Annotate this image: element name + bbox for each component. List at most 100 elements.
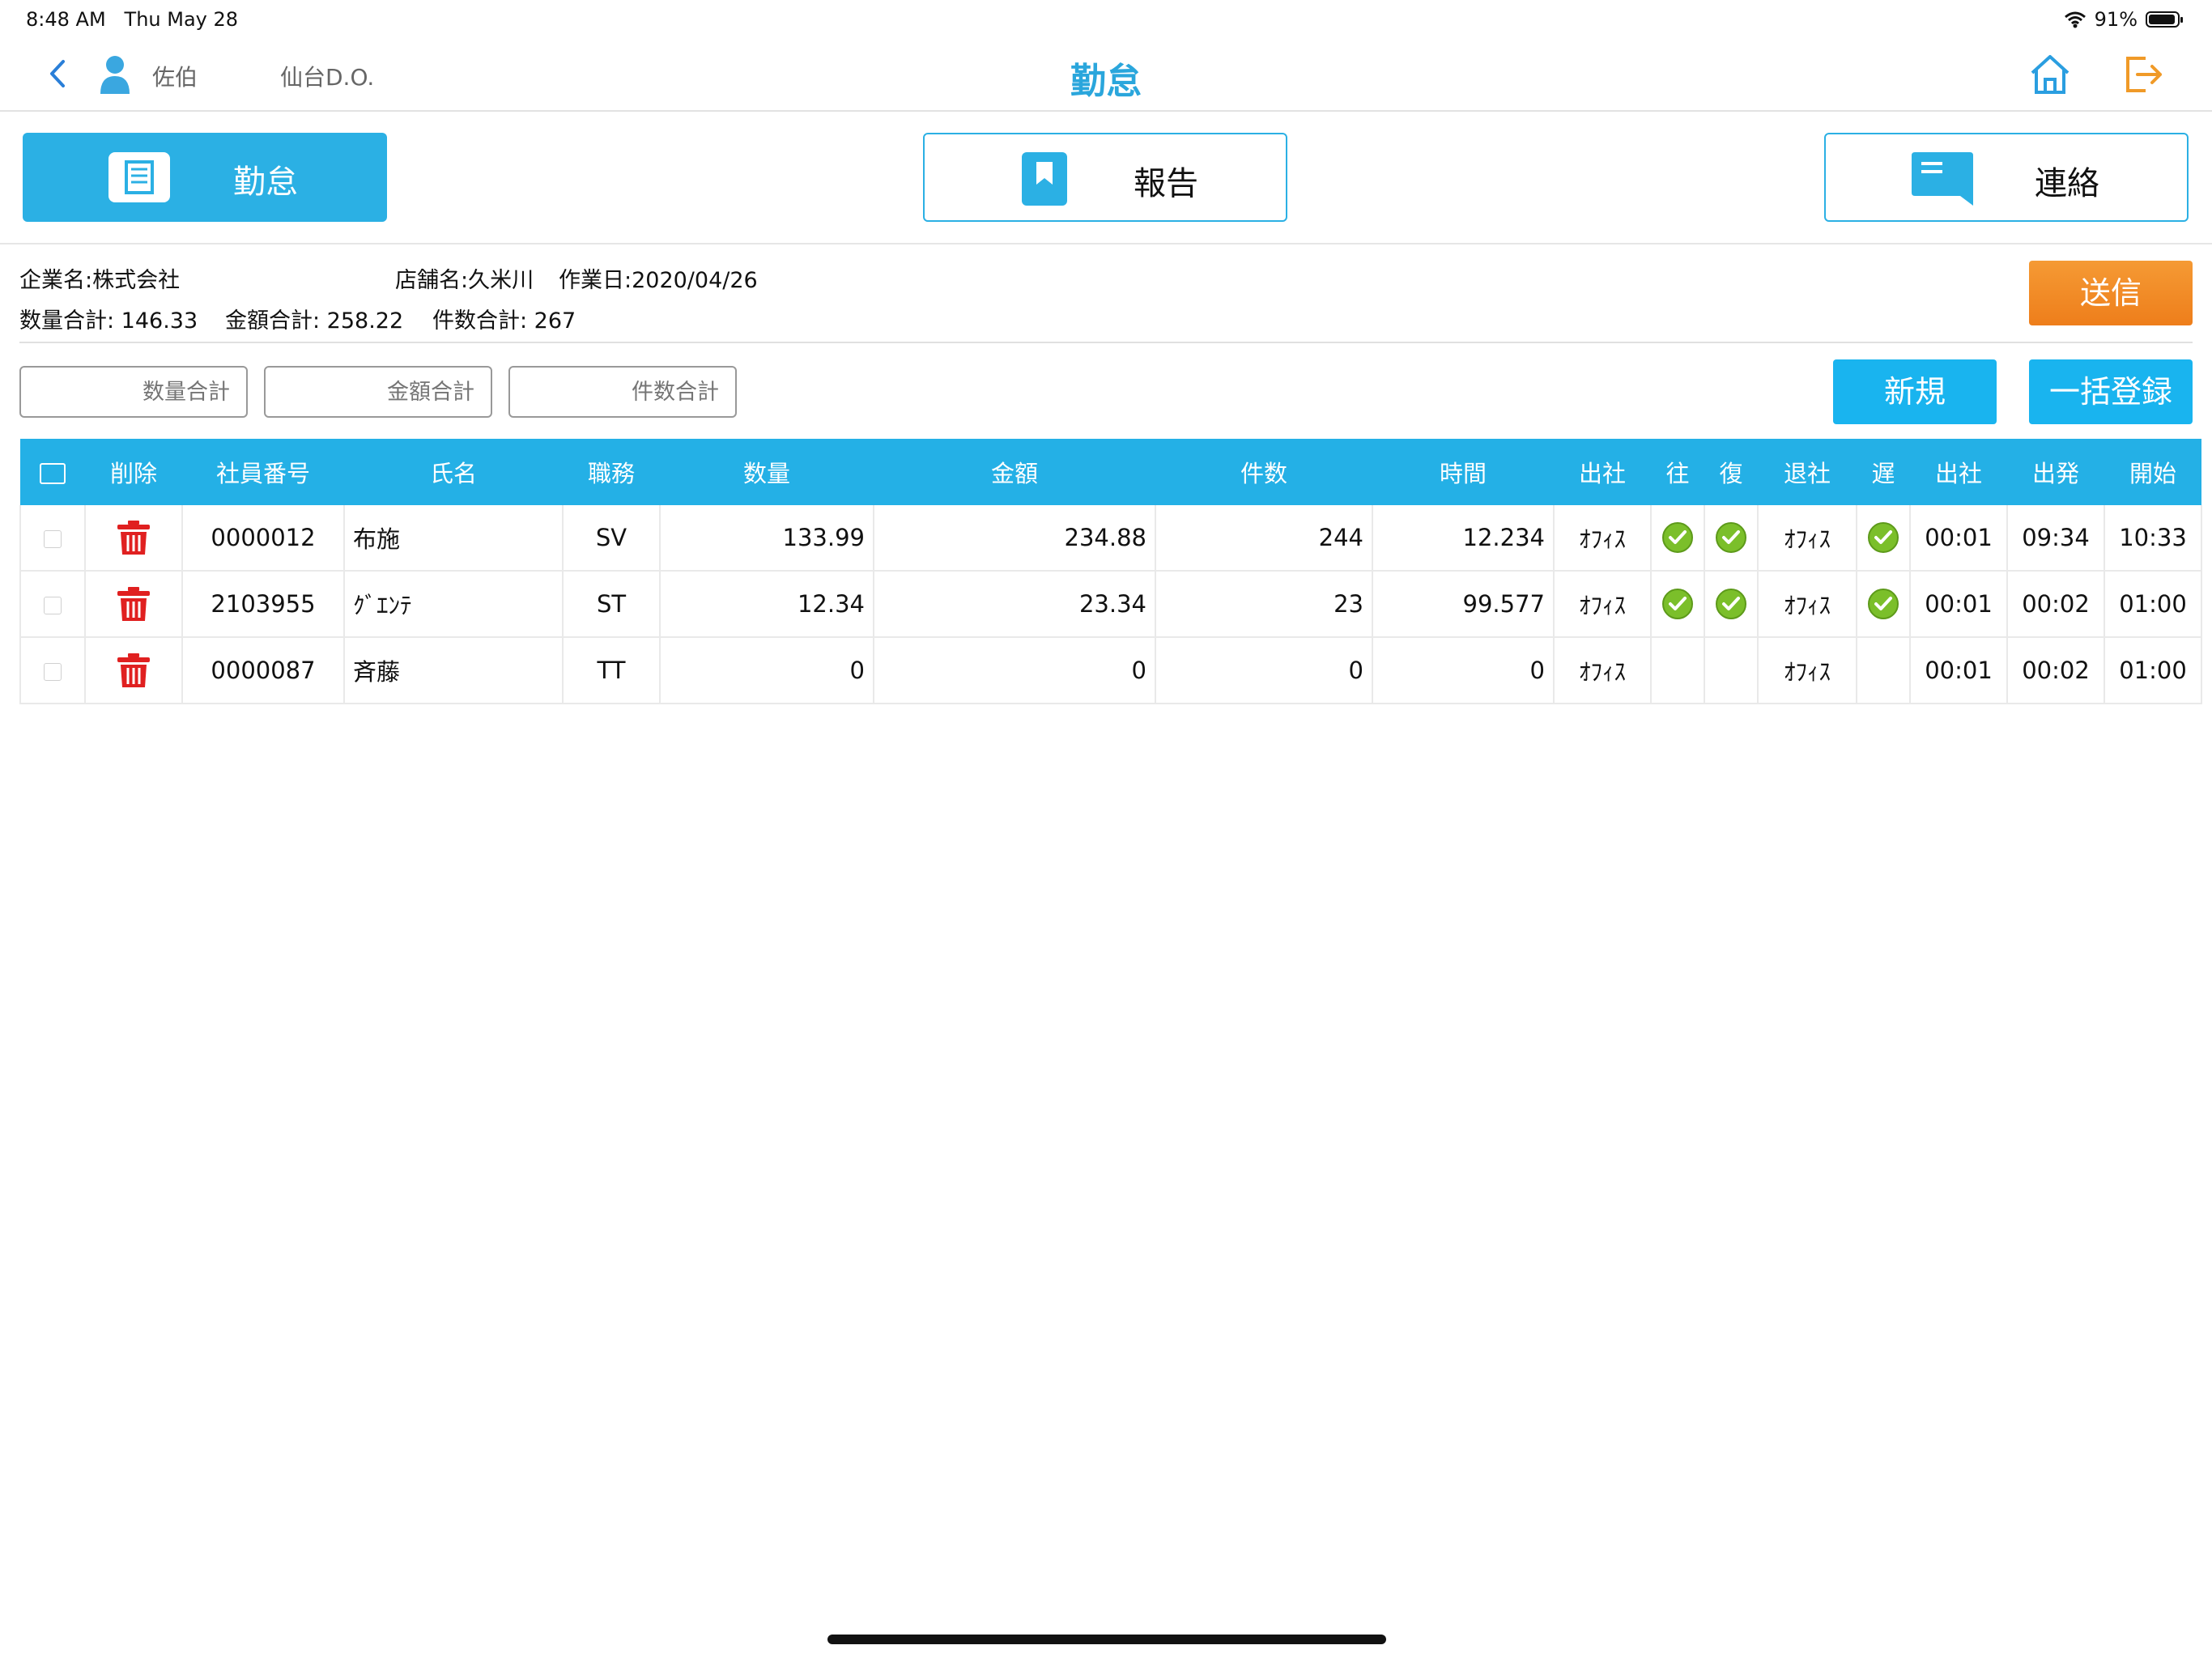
- company-name: 企業名:株式会社: [19, 268, 181, 293]
- count-total: 件数合計: 267: [432, 308, 576, 334]
- send-button[interactable]: 送信: [2029, 261, 2193, 325]
- cell-time: 0: [1372, 637, 1555, 704]
- col-header-duty: 職務: [563, 439, 660, 505]
- wifi-icon: [2064, 11, 2086, 28]
- cell-late[interactable]: [1857, 637, 1911, 704]
- tab-renraku[interactable]: 連絡: [1824, 133, 2189, 222]
- logout-icon[interactable]: [2121, 52, 2167, 97]
- cell-emp-no: 0000012: [182, 505, 345, 572]
- cell-go[interactable]: [1651, 637, 1705, 704]
- count-total-input[interactable]: [508, 366, 737, 418]
- tab-houkoku[interactable]: 報告: [923, 133, 1287, 222]
- nav-bar: 佐伯 仙台D.O. 勤怠: [0, 37, 2212, 112]
- check-circle-icon: [1716, 589, 1746, 619]
- cell-in-loc: ｵﾌｨｽ: [1554, 571, 1652, 638]
- cell-in-time: 00:01: [1910, 637, 2008, 704]
- status-bar: 8:48 AM Thu May 28 91%: [0, 0, 2212, 37]
- delete-button[interactable]: [85, 637, 183, 704]
- col-header-delete: 削除: [85, 439, 182, 505]
- cell-depart: 00:02: [2007, 571, 2105, 638]
- col-header-time: 時間: [1372, 439, 1554, 505]
- cell-time: 12.234: [1372, 505, 1555, 572]
- cell-count: 23: [1155, 571, 1373, 638]
- cell-back[interactable]: [1704, 571, 1759, 638]
- battery-icon: [2146, 11, 2183, 28]
- col-header-depart: 出発: [2007, 439, 2104, 505]
- cell-go[interactable]: [1651, 571, 1705, 638]
- col-header-emp-no: 社員番号: [182, 439, 344, 505]
- col-header-count: 件数: [1155, 439, 1372, 505]
- trash-icon: [117, 521, 150, 555]
- trash-icon: [117, 653, 150, 687]
- check-circle-icon: [1716, 522, 1746, 553]
- back-chevron-icon[interactable]: [42, 55, 74, 92]
- amount-total: 金額合計: 258.22: [225, 308, 404, 334]
- status-right: 91%: [2064, 8, 2183, 31]
- cell-qty: 0: [660, 637, 874, 704]
- cell-start: 10:33: [2104, 505, 2202, 572]
- cell-qty: 133.99: [660, 505, 874, 572]
- qty-total-input[interactable]: [19, 366, 248, 418]
- tab-kintai[interactable]: 勤怠: [23, 133, 387, 222]
- divider: [0, 243, 2212, 244]
- table-row[interactable]: 2103955 ｸﾞｴﾝﾃ ST 12.34 23.34 23 99.577 ｵ…: [19, 571, 2202, 638]
- new-button[interactable]: 新規: [1833, 359, 1997, 424]
- battery-percent: 91%: [2094, 8, 2138, 31]
- cell-count: 0: [1155, 637, 1373, 704]
- delete-button[interactable]: [85, 505, 183, 572]
- col-header-out-loc: 退社: [1758, 439, 1857, 505]
- tab-renraku-label: 連絡: [2035, 165, 2099, 202]
- status-time: 8:48 AM Thu May 28: [26, 8, 239, 31]
- cell-out-loc: ｵﾌｨｽ: [1758, 505, 1857, 572]
- cell-back[interactable]: [1704, 505, 1759, 572]
- cell-amount: 23.34: [874, 571, 1156, 638]
- cell-time: 99.577: [1372, 571, 1555, 638]
- home-indicator[interactable]: [827, 1635, 1386, 1644]
- divider: [19, 342, 2193, 343]
- table-row[interactable]: 0000087 斉藤 TT 0 0 0 0 ｵﾌｨｽ ｵﾌｨｽ 00:01 00…: [19, 637, 2202, 704]
- select-all-checkbox[interactable]: [20, 439, 85, 505]
- row-checkbox[interactable]: [19, 505, 86, 572]
- user-icon: [100, 56, 130, 94]
- cell-qty: 12.34: [660, 571, 874, 638]
- cell-emp-no: 0000087: [182, 637, 345, 704]
- check-circle-icon: [1868, 522, 1899, 553]
- table-header-row: 削除 社員番号 氏名 職務 数量 金額 件数 時間 出社 往 復 退社 遅 出社…: [20, 439, 2201, 505]
- cell-name: ｸﾞｴﾝﾃ: [344, 571, 564, 638]
- amount-total-input[interactable]: [264, 366, 492, 418]
- work-date: 作業日:2020/04/26: [559, 268, 758, 293]
- home-icon[interactable]: [2027, 52, 2073, 97]
- attendance-table: 削除 社員番号 氏名 職務 数量 金額 件数 時間 出社 往 復 退社 遅 出社…: [19, 439, 2202, 704]
- cell-back[interactable]: [1704, 637, 1759, 704]
- cell-duty: TT: [563, 637, 661, 704]
- col-header-back: 復: [1704, 439, 1758, 505]
- delete-button[interactable]: [85, 571, 183, 638]
- col-header-amount: 金額: [874, 439, 1155, 505]
- trash-icon: [117, 587, 150, 621]
- cell-start: 01:00: [2104, 637, 2202, 704]
- cell-amount: 234.88: [874, 505, 1156, 572]
- cell-in-time: 00:01: [1910, 571, 2008, 638]
- cell-in-loc: ｵﾌｨｽ: [1554, 505, 1652, 572]
- cell-in-loc: ｵﾌｨｽ: [1554, 637, 1652, 704]
- cell-depart: 00:02: [2007, 637, 2105, 704]
- cell-name: 布施: [344, 505, 564, 572]
- cell-late[interactable]: [1857, 571, 1911, 638]
- cell-in-time: 00:01: [1910, 505, 2008, 572]
- qty-total: 数量合計: 146.33: [19, 308, 198, 334]
- cell-out-loc: ｵﾌｨｽ: [1758, 571, 1857, 638]
- col-header-late: 遅: [1857, 439, 1910, 505]
- col-header-name: 氏名: [344, 439, 563, 505]
- cell-amount: 0: [874, 637, 1156, 704]
- table-row[interactable]: 0000012 布施 SV 133.99 234.88 244 12.234 ｵ…: [19, 505, 2202, 572]
- row-checkbox[interactable]: [19, 571, 86, 638]
- bulk-register-button[interactable]: 一括登録: [2029, 359, 2193, 424]
- col-header-qty: 数量: [660, 439, 874, 505]
- cell-duty: ST: [563, 571, 661, 638]
- tab-houkoku-label: 報告: [1134, 165, 1198, 202]
- col-header-go: 往: [1651, 439, 1704, 505]
- row-checkbox[interactable]: [19, 637, 86, 704]
- cell-go[interactable]: [1651, 505, 1705, 572]
- store-name: 店舗名:久米川: [395, 268, 534, 293]
- cell-late[interactable]: [1857, 505, 1911, 572]
